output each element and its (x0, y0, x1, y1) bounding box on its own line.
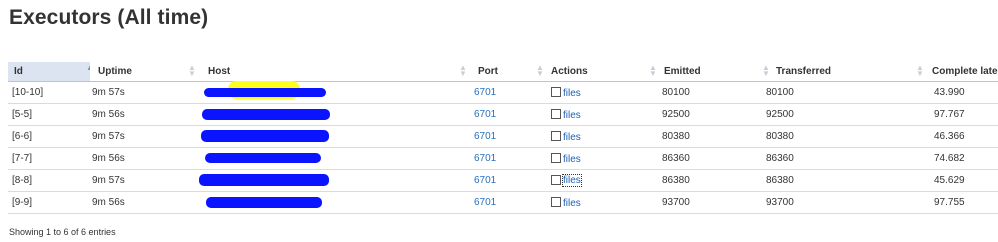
emitted-value: 80380 (662, 131, 690, 142)
column-header-label: Uptime (98, 66, 132, 77)
files-checkbox[interactable] (551, 87, 561, 97)
host-cell (196, 125, 465, 148)
host-redaction (204, 88, 326, 97)
latency-value: 97.767 (934, 109, 965, 120)
column-header-actions[interactable]: Actions ▲▼ (542, 62, 655, 82)
column-header-label: Complete laten (932, 66, 998, 77)
executor-id: [7-7] (12, 153, 33, 164)
emitted-value: 86360 (662, 153, 690, 164)
uptime-value: 9m 56s (92, 153, 125, 164)
host-cell (196, 191, 465, 214)
files-link[interactable]: files (563, 154, 581, 165)
port-link[interactable]: 6701 (474, 197, 496, 208)
executor-id: [5-5] (12, 109, 33, 120)
host-cell (196, 103, 465, 126)
port-link[interactable]: 6701 (474, 87, 496, 98)
latency-value: 43.990 (934, 87, 965, 98)
executor-id: [6-6] (12, 131, 33, 142)
emitted-value: 93700 (662, 197, 690, 208)
table-row: [7-7] 9m 56s 6701 files 86360 86360 74.6… (8, 147, 998, 170)
files-link[interactable]: files (562, 174, 582, 187)
transferred-value: 80100 (766, 87, 794, 98)
transferred-value: 86360 (766, 153, 794, 164)
emitted-value: 92500 (662, 109, 690, 120)
files-link[interactable]: files (563, 198, 581, 209)
latency-value: 46.366 (934, 131, 965, 142)
host-cell (196, 147, 465, 170)
host-redaction (206, 197, 322, 208)
executors-table-container: Id ▲ Uptime ▲▼ Host ▲▼ Port ▲▼ Actions ▲… (8, 62, 998, 214)
table-row: [5-5] 9m 56s 6701 files 92500 92500 97.7… (8, 103, 998, 126)
files-link[interactable]: files (563, 110, 581, 121)
host-redaction (199, 174, 329, 186)
transferred-value: 80380 (766, 131, 794, 142)
port-link[interactable]: 6701 (474, 175, 496, 186)
column-header-label: Transferred (776, 66, 832, 77)
files-checkbox[interactable] (551, 131, 561, 141)
files-checkbox[interactable] (551, 197, 561, 207)
uptime-value: 9m 57s (92, 175, 125, 186)
column-header-label: Host (208, 66, 231, 77)
uptime-value: 9m 56s (92, 109, 125, 120)
executor-id: [9-9] (12, 197, 33, 208)
column-header-uptime[interactable]: Uptime ▲ ▼ (90, 62, 196, 82)
uptime-value: 9m 57s (92, 131, 125, 142)
executor-id: [8-8] (12, 175, 33, 186)
executors-table: Id ▲ Uptime ▲▼ Host ▲▼ Port ▲▼ Actions ▲… (8, 62, 998, 214)
column-header-host[interactable]: Host ▲▼ (196, 62, 465, 82)
column-header-emitted[interactable]: Emitted ▲▼ (655, 62, 768, 82)
sort-both-icon: ▲▼ (188, 63, 196, 78)
table-row: [9-9] 9m 56s 6701 files 93700 93700 97.7… (8, 191, 998, 214)
column-header-label: Actions (551, 66, 588, 77)
column-header-label: Id (14, 66, 23, 77)
files-link[interactable]: files (563, 132, 581, 143)
latency-value: 74.682 (934, 153, 965, 164)
column-header-id[interactable]: Id ▲ (8, 62, 90, 82)
uptime-value: 9m 56s (92, 197, 125, 208)
column-header-port[interactable]: Port ▲▼ (465, 62, 542, 82)
table-row: [10-10] 9m 57s 6701 files 80100 80100 43… (8, 81, 998, 104)
table-info-text: Showing 1 to 6 of 6 entries (9, 227, 116, 237)
host-cell (196, 81, 465, 104)
latency-value: 97.755 (934, 197, 965, 208)
emitted-value: 80100 (662, 87, 690, 98)
uptime-value: 9m 57s (92, 87, 125, 98)
page-title: Executors (All time) (9, 6, 209, 29)
files-checkbox[interactable] (551, 175, 561, 185)
column-header-label: Emitted (664, 66, 701, 77)
host-redaction (202, 109, 330, 120)
latency-value: 45.629 (934, 175, 965, 186)
host-cell (196, 169, 465, 192)
transferred-value: 93700 (766, 197, 794, 208)
column-header-label: Port (478, 66, 498, 77)
table-row: [8-8] 9m 57s 6701 files 86380 86380 45.6… (8, 169, 998, 192)
table-header-row: Id ▲ Uptime ▲▼ Host ▲▼ Port ▲▼ Actions ▲… (8, 62, 998, 82)
transferred-value: 92500 (766, 109, 794, 120)
emitted-value: 86380 (662, 175, 690, 186)
port-link[interactable]: 6701 (474, 109, 496, 120)
files-checkbox[interactable] (551, 109, 561, 119)
table-row: [6-6] 9m 57s 6701 files 80380 80380 46.3… (8, 125, 998, 148)
files-checkbox[interactable] (551, 153, 561, 163)
files-link[interactable]: files (563, 88, 581, 99)
transferred-value: 86380 (766, 175, 794, 186)
column-header-complete-latency[interactable]: Complete laten (922, 62, 998, 82)
host-redaction (201, 130, 329, 142)
port-link[interactable]: 6701 (474, 131, 496, 142)
host-redaction (205, 153, 321, 163)
port-link[interactable]: 6701 (474, 153, 496, 164)
executor-id: [10-10] (12, 87, 44, 98)
column-header-transferred[interactable]: Transferred ▲▼ (768, 62, 922, 82)
